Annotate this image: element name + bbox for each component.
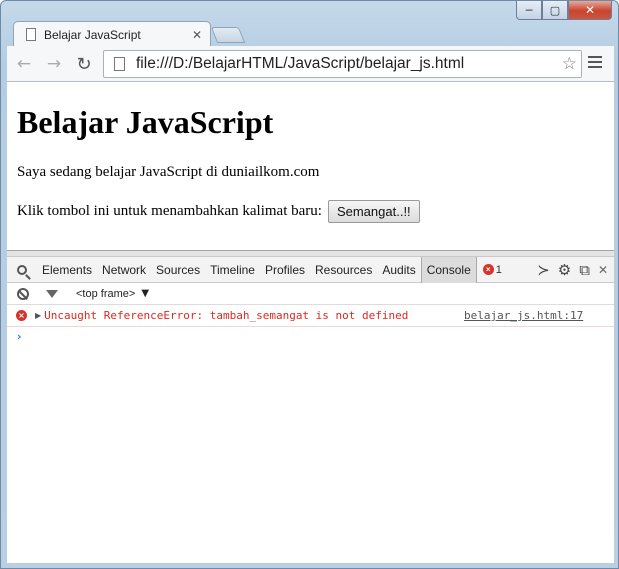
page-icon (26, 28, 36, 41)
bookmark-star-icon[interactable]: ☆ (562, 54, 577, 74)
url-text: file:///D:/BelajarHTML/JavaScript/belaja… (136, 55, 465, 72)
console-prompt-row[interactable]: › (7, 327, 614, 345)
button-prompt-text: Klik tombol ini untuk menambahkan kalima… (17, 203, 322, 219)
page-paragraph: Saya sedang belajar JavaScript di duniai… (17, 164, 320, 180)
new-tab-button[interactable] (210, 27, 246, 43)
filter-icon[interactable] (46, 289, 58, 298)
reload-icon: ↻ (76, 53, 92, 75)
tab-profiles[interactable]: Profiles (260, 257, 310, 283)
console-error-row: × ▶ Uncaught ReferenceError: tambah_sema… (7, 305, 614, 327)
reload-button[interactable]: ↻ (73, 53, 95, 75)
minimize-button[interactable]: ─ (516, 1, 542, 20)
browser-toolbar: ← → ↻ file:///D:/BelajarHTML/JavaScript/… (7, 46, 614, 82)
browser-tab[interactable]: Belajar JavaScript ✕ (13, 21, 211, 47)
page-icon (114, 57, 125, 71)
window-controls: ─ ▢ ✕ (516, 1, 612, 21)
drawer-icon[interactable]: ≻ (537, 261, 550, 279)
button-row: Klik tombol ini untuk menambahkan kalima… (17, 200, 420, 223)
devtools-panel: Elements Network Sources Timeline Profil… (7, 250, 614, 563)
back-arrow-icon: ← (16, 54, 32, 74)
frame-selector[interactable]: <top frame> (76, 288, 135, 300)
tab-resources[interactable]: Resources (310, 257, 377, 283)
minimize-icon: ─ (525, 3, 533, 17)
prompt-chevron-icon: › (17, 329, 22, 343)
menu-icon[interactable] (588, 56, 602, 71)
forward-arrow-icon: → (46, 54, 62, 74)
tab-elements[interactable]: Elements (37, 257, 97, 283)
page-heading: Belajar JavaScript (17, 104, 274, 140)
clear-console-icon[interactable] (17, 287, 29, 300)
error-counter[interactable]: × 1 (482, 263, 502, 276)
tab-audits[interactable]: Audits (377, 257, 420, 283)
error-icon: × (16, 310, 27, 321)
tab-close-icon[interactable]: ✕ (192, 28, 202, 42)
error-count: 1 (495, 263, 502, 276)
dock-icon[interactable]: ⧉ (579, 261, 590, 279)
devtools-actions: ≻ ⚙ ⧉ ✕ (537, 257, 608, 283)
forward-button[interactable]: → (43, 53, 65, 75)
inspect-button[interactable] (7, 264, 37, 275)
gear-icon[interactable]: ⚙ (558, 261, 571, 279)
page-viewport: Belajar JavaScript Saya sedang belajar J… (7, 82, 614, 250)
chevron-down-icon[interactable]: ▼ (141, 288, 149, 299)
close-devtools-icon[interactable]: ✕ (598, 263, 608, 277)
error-message: Uncaught ReferenceError: tambah_semangat… (44, 309, 409, 322)
tab-network[interactable]: Network (97, 257, 151, 283)
browser-window: ─ ▢ ✕ Belajar JavaScript ✕ ← → ↻ file://… (0, 0, 619, 569)
console-toolbar: <top frame> ▼ (7, 283, 614, 305)
semangat-button[interactable]: Semangat..!! (327, 200, 420, 223)
close-icon: ✕ (584, 3, 596, 17)
tab-console[interactable]: Console (420, 256, 477, 283)
tab-title: Belajar JavaScript (44, 27, 141, 42)
address-bar[interactable]: file:///D:/BelajarHTML/JavaScript/belaja… (103, 50, 582, 78)
error-icon: × (482, 264, 494, 275)
close-window-button[interactable]: ✕ (568, 1, 612, 20)
expand-triangle-icon[interactable]: ▶ (35, 311, 41, 320)
back-button[interactable]: ← (13, 53, 35, 75)
console-output: × ▶ Uncaught ReferenceError: tambah_sema… (7, 305, 614, 345)
maximize-icon: ▢ (549, 3, 561, 17)
tab-sources[interactable]: Sources (151, 257, 205, 283)
tab-timeline[interactable]: Timeline (205, 257, 260, 283)
search-icon (17, 264, 27, 275)
devtools-tabbar: Elements Network Sources Timeline Profil… (7, 256, 614, 283)
error-source-link[interactable]: belajar_js.html:17 (464, 309, 583, 322)
maximize-button[interactable]: ▢ (542, 1, 568, 20)
